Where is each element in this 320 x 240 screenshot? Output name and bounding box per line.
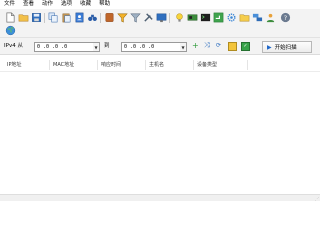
filter-icon[interactable] [116, 11, 128, 23]
ipv4-from-label: IPv4 从 [4, 43, 23, 49]
ip-range-bar: IPv4 从 0 .0 .0 .0 ▼ 到 0 .0 .0 .0 ▼ + ⤨ ⟳… [0, 38, 320, 55]
start-scan-label: 开始扫描 [274, 45, 297, 51]
svg-text:?: ? [283, 13, 286, 21]
terminal-icon[interactable] [199, 11, 211, 23]
network-computers-icon[interactable] [251, 11, 263, 23]
resize-grip-icon[interactable]: ⋰ [315, 196, 319, 201]
ip-to-input[interactable]: 0 .0 .0 .0 [121, 42, 181, 52]
delete-icon[interactable] [103, 11, 115, 23]
new-file-icon[interactable] [4, 11, 16, 23]
status-bar: ⋰ [0, 194, 320, 201]
help-icon[interactable]: ? [279, 11, 291, 23]
address-book-icon[interactable] [73, 11, 85, 23]
column-header-mac[interactable]: MAC地址 [50, 60, 98, 70]
menu-actions[interactable]: 动作 [38, 0, 57, 9]
column-header-response-time[interactable]: 响应时间 [98, 60, 146, 70]
ip-from-dropdown[interactable]: ▼ [93, 42, 100, 52]
refresh-icon[interactable]: ⟳ [216, 41, 221, 50]
add-icon[interactable]: + [192, 41, 199, 50]
header-divider [0, 71, 320, 72]
remote-desktop-icon[interactable] [212, 11, 224, 23]
app-window: 文件 查看 动作 选项 收藏 帮助 ? IPv4 从 0 .0 .0 .0 ▼ … [0, 0, 320, 201]
save-icon[interactable] [30, 11, 42, 23]
binoculars-icon[interactable] [86, 11, 98, 23]
menu-favorites[interactable]: 收藏 [76, 0, 95, 9]
clear-filter-icon[interactable] [129, 11, 141, 23]
paste-icon[interactable] [60, 11, 72, 23]
menu-file[interactable]: 文件 [0, 0, 19, 9]
results-grid[interactable]: IP地址 MAC地址 响应时间 主机名 设备类型 [0, 55, 320, 195]
toolbar: ? [0, 9, 320, 38]
settings-gear-icon[interactable] [225, 11, 237, 23]
ip-from-input[interactable]: 0 .0 .0 .0 [34, 42, 94, 52]
users-icon[interactable] [264, 11, 276, 23]
folder-icon[interactable] [238, 11, 250, 23]
network-card-icon[interactable] [186, 11, 198, 23]
checkbox-icon[interactable]: ✓ [241, 42, 250, 51]
menu-view[interactable]: 查看 [19, 0, 38, 9]
menu-bar: 文件 查看 动作 选项 收藏 帮助 [0, 0, 320, 9]
ip-to-dropdown[interactable]: ▼ [180, 42, 187, 52]
note-icon[interactable] [228, 42, 237, 51]
bulb-icon[interactable] [173, 11, 185, 23]
shuffle-icon[interactable]: ⤨ [204, 41, 210, 50]
column-header-device-type[interactable]: 设备类型 [194, 60, 248, 70]
globe-icon[interactable] [4, 24, 16, 36]
column-header-hostname[interactable]: 主机名 [146, 60, 194, 70]
start-scan-button[interactable]: ▶ 开始扫描 [262, 41, 312, 53]
ip-to-label: 到 [104, 43, 110, 49]
play-icon: ▶ [267, 43, 272, 51]
column-header-ip[interactable]: IP地址 [4, 60, 50, 70]
menu-options[interactable]: 选项 [57, 0, 76, 9]
monitor-icon[interactable] [155, 11, 167, 23]
open-folder-icon[interactable] [17, 11, 29, 23]
tools-icon[interactable] [142, 11, 154, 23]
copy-icon[interactable] [47, 11, 59, 23]
menu-help[interactable]: 帮助 [95, 0, 114, 9]
